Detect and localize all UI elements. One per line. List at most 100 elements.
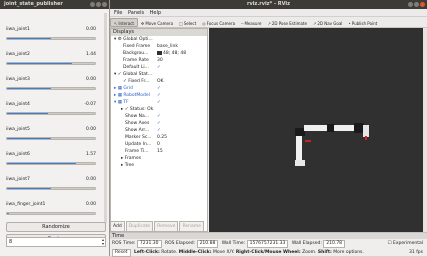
joint-slider[interactable] (6, 112, 96, 115)
tool-focus-camera[interactable]: ◎Focus Camera (199, 19, 238, 27)
window-controls (89, 2, 107, 9)
joint-slider[interactable] (6, 87, 96, 90)
randomize-button[interactable]: Randomize (6, 222, 106, 232)
tree-row[interactable]: ▾ ✓ Global Stat... (111, 71, 207, 78)
robot-joint-4 (327, 124, 335, 132)
tree-value: ✓ (157, 64, 161, 71)
tree-key: ▸ Tree (121, 163, 135, 168)
joint-slider[interactable] (6, 62, 96, 65)
joint-slider-row: iiwa_joint2 1.44 (6, 52, 96, 72)
tree-value: base_link (157, 43, 178, 50)
joint-value: 0.00 (85, 202, 96, 207)
tree-value-text: ✓ (157, 121, 161, 126)
tree-key: Update In... (125, 142, 152, 147)
menu-help[interactable]: Help (150, 10, 161, 16)
joint-slider[interactable] (6, 187, 96, 190)
tool-label: 2D Pose Estimate (271, 21, 307, 26)
tree-value: ✓ (157, 120, 161, 127)
rename-button[interactable]: Rename (179, 221, 204, 232)
add-button[interactable]: Add (110, 221, 125, 232)
tree-row[interactable]: ▸ ▦ RobotModel ✓ (111, 92, 207, 99)
tool-label: 2D Nav Goal (317, 21, 343, 26)
close-icon[interactable] (420, 2, 425, 7)
hint-zoom: Zoom. (300, 250, 318, 255)
pose-estimate-icon: ↗ (267, 21, 271, 26)
joint-value: 0.00 (85, 127, 96, 132)
joint-slider[interactable] (6, 37, 96, 40)
tree-row[interactable]: Show Axes ✓ (111, 120, 207, 127)
viewport-scrollbar[interactable] (423, 28, 427, 232)
tree-row[interactable]: Show Arr... ✓ (111, 127, 207, 134)
joint-name: iiwa_joint1 (6, 27, 30, 32)
tree-row[interactable]: Default Li... ✓ (111, 64, 207, 71)
robot-model-render (295, 123, 369, 166)
joint-slider-row: iiwa_joint5 0.00 (6, 127, 96, 147)
menu-file[interactable]: File (114, 10, 122, 16)
joint-name: iiwa_joint7 (6, 177, 30, 182)
tree-row[interactable]: ▸ ✓ Status: Ok (111, 106, 207, 113)
tf-axis-marker (365, 136, 367, 140)
tree-row[interactable]: ✓ Fixed Fr... OK (111, 78, 207, 85)
tool-nav-goal[interactable]: ↗2D Nav Goal (310, 19, 345, 27)
tree-row[interactable]: Backgrou... 48; 48; 48 (111, 50, 207, 57)
tree-row[interactable]: ▸ ▦ Grid ✓ (111, 85, 207, 92)
tool-pointer[interactable]: ↖Interact (110, 18, 138, 27)
joint-value: 1.44 (85, 52, 96, 57)
experimental-checkbox[interactable]: ☐ Experimental (388, 239, 423, 248)
spin-value: 8 (9, 239, 13, 245)
tree-row[interactable]: Frame Ti... 15 (111, 148, 207, 155)
joint-name: iiwa_joint6 (6, 152, 30, 157)
spin-arrows-icon[interactable]: ▴ ▾ (102, 238, 104, 246)
menu-bar: File Panels Help (110, 9, 427, 17)
tool-select[interactable]: □Select (176, 19, 199, 27)
tool-move-camera[interactable]: ✥Move Camera (138, 19, 176, 27)
maximize-icon[interactable] (414, 2, 419, 7)
tree-row[interactable]: ▸ Frames (111, 155, 207, 162)
tree-value-text: ✓ (157, 114, 161, 119)
joint-slider[interactable] (6, 212, 96, 215)
tool-label: Measure (244, 21, 262, 26)
tree-row[interactable]: Frame Rate 30 (111, 57, 207, 64)
minimize-icon[interactable] (408, 2, 413, 7)
duplicate-button[interactable]: Duplicate (125, 221, 154, 232)
tree-key: Fixed Frame (123, 44, 151, 49)
tree-key: ▾ ✓ Global Stat... (114, 72, 153, 77)
joint-slider-fill (7, 138, 51, 139)
tree-row[interactable]: ▸ Tree (111, 162, 207, 169)
tool-publish-point[interactable]: •Publish Point (345, 19, 380, 27)
ros-elapsed-value: 210.88 (196, 240, 219, 248)
joint-name: iiwa_joint2 (6, 52, 30, 57)
tree-value-text: ✓ (157, 93, 161, 98)
joint-slider-fill (7, 38, 51, 39)
wall-elapsed-value: 210.78 (323, 240, 346, 248)
joint-value: -0.07 (84, 102, 96, 107)
jsp-titlebar[interactable]: joint_state_publisher (0, 0, 109, 9)
tree-row[interactable]: Show Na... ✓ (111, 113, 207, 120)
joint-name: iiwa_joint4 (6, 102, 30, 107)
tool-label: Interact (118, 21, 134, 26)
minimize-icon[interactable] (90, 2, 95, 7)
tf-axis-marker-2 (305, 140, 311, 142)
joint-slider-row: iiwa_joint3 0.00 (6, 77, 96, 97)
joint-slider[interactable] (6, 162, 96, 165)
tool-measure[interactable]: ─Measure (238, 19, 264, 27)
tree-row[interactable]: Fixed Frame base_link (111, 43, 207, 50)
tree-row[interactable]: Update In... 0 (111, 141, 207, 148)
maximize-icon[interactable] (96, 2, 101, 7)
rviz-titlebar[interactable]: rviz.rviz* - RViz (110, 0, 427, 9)
menu-panels[interactable]: Panels (128, 10, 144, 16)
spin-box[interactable]: 8 ▴ ▾ (6, 237, 106, 247)
rviz-window: rviz.rviz* - RViz File Panels Help ↖Inte… (110, 0, 427, 257)
tree-key: ▾ ⚙ Global Opti... (114, 37, 153, 42)
render-viewport[interactable] (209, 28, 427, 232)
tree-row[interactable]: ▾ ⚙ Global Opti... (111, 36, 207, 43)
tree-row[interactable]: Marker Sc... 0.25 (111, 134, 207, 141)
remove-button[interactable]: Remove (154, 221, 179, 232)
tool-pose-estimate[interactable]: ↗2D Pose Estimate (264, 19, 309, 27)
joint-slider[interactable] (6, 137, 96, 140)
tree-row[interactable]: ▾ ▦ TF ✓ (111, 99, 207, 106)
ros-elapsed-label: ROS Elapsed: (164, 241, 196, 246)
jsp-scrollbar[interactable] (104, 13, 107, 223)
tree-key: Show Na... (125, 114, 149, 119)
close-icon[interactable] (102, 2, 107, 7)
